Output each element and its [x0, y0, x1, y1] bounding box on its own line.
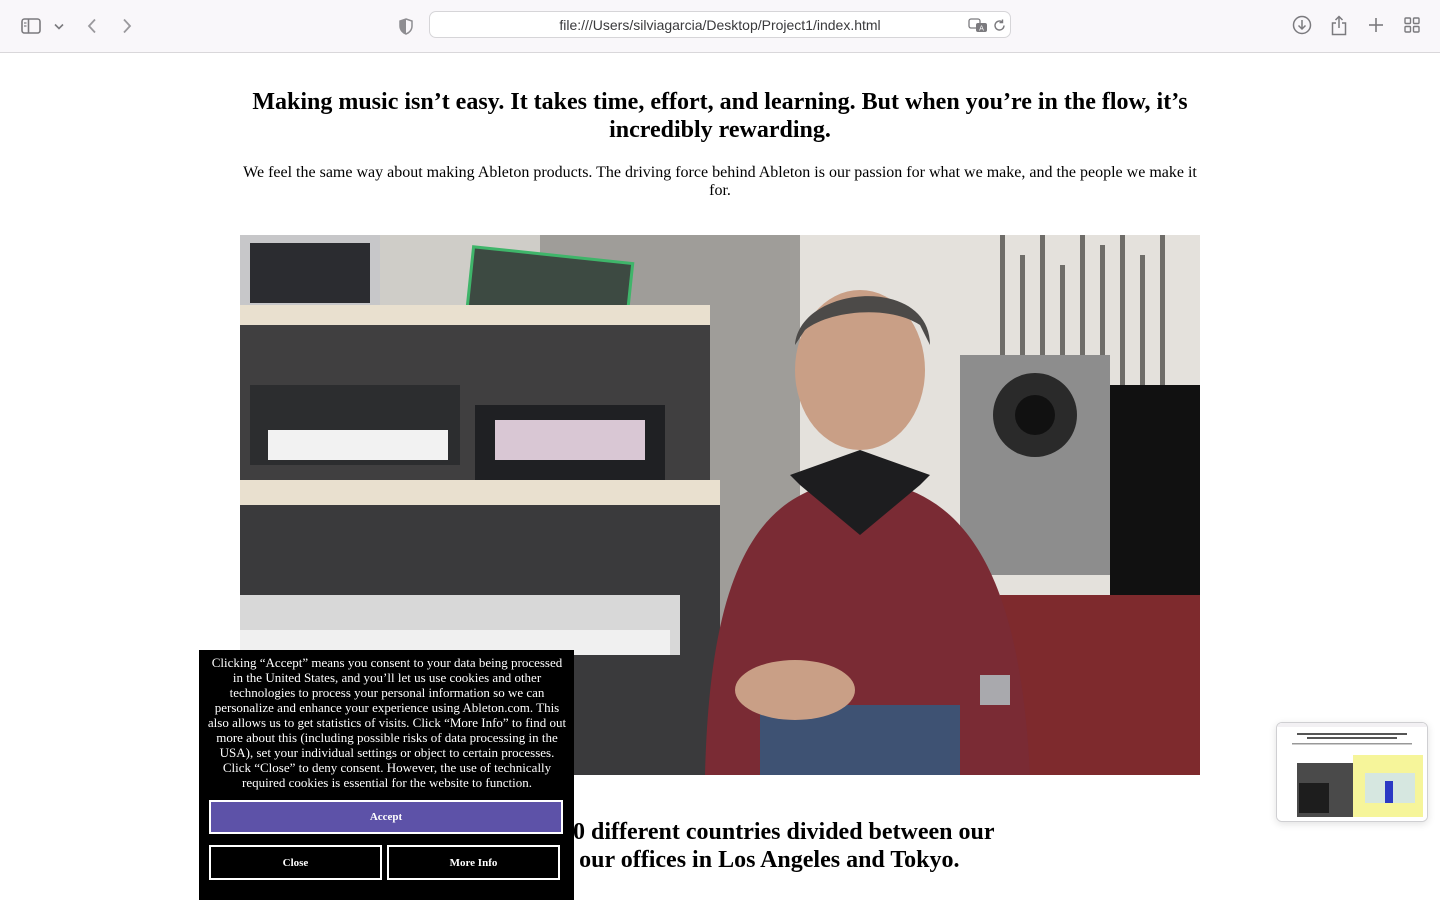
- cookie-consent-text: Clicking “Accept” means you consent to y…: [207, 655, 567, 790]
- plus-icon[interactable]: [1366, 15, 1386, 35]
- close-button[interactable]: Close: [209, 845, 382, 880]
- back-icon[interactable]: [82, 15, 102, 37]
- svg-text:A: A: [979, 24, 984, 32]
- chevron-down-icon[interactable]: [52, 19, 66, 33]
- share-icon[interactable]: [1329, 13, 1349, 37]
- forward-icon[interactable]: [117, 15, 137, 37]
- grid-icon[interactable]: [1402, 15, 1422, 35]
- download-icon[interactable]: [1291, 14, 1313, 36]
- browser-toolbar: file:///Users/silviagarcia/Desktop/Proje…: [0, 0, 1440, 53]
- more-info-button[interactable]: More Info: [387, 845, 560, 880]
- url-text[interactable]: file:///Users/silviagarcia/Desktop/Proje…: [430, 17, 1010, 33]
- reload-icon[interactable]: [991, 17, 1007, 33]
- sidebar-icon[interactable]: [20, 15, 42, 37]
- translate-icon[interactable]: A: [967, 16, 989, 34]
- page-intro-text: We feel the same way about making Ableto…: [243, 164, 1197, 199]
- tab-preview-thumbnail[interactable]: [1276, 722, 1428, 822]
- accept-button[interactable]: Accept: [209, 800, 563, 834]
- shield-icon[interactable]: [396, 16, 416, 36]
- page-headline: Making music isn’t easy. It takes time, …: [252, 89, 1188, 143]
- cookie-consent-banner: Clicking “Accept” means you consent to y…: [199, 650, 574, 900]
- address-bar[interactable]: file:///Users/silviagarcia/Desktop/Proje…: [429, 11, 1011, 38]
